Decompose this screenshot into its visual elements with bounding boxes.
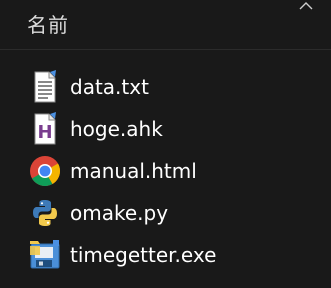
file-row-omake-py[interactable]: omake.py xyxy=(0,192,331,234)
svg-text:H: H xyxy=(37,122,52,143)
file-row-manual-html[interactable]: manual.html xyxy=(0,150,331,192)
file-name: hoge.ahk xyxy=(70,117,163,141)
file-name: data.txt xyxy=(70,75,149,99)
python-file-icon xyxy=(28,196,62,230)
file-row-timegetter-exe[interactable]: timegetter.exe xyxy=(0,234,331,276)
name-column-header[interactable]: 名前 xyxy=(0,0,331,50)
text-file-icon xyxy=(28,70,62,104)
chrome-icon xyxy=(28,154,62,188)
file-explorer-pane: 名前 data.txt H hoge.ahk manual.html omake… xyxy=(0,0,331,288)
executable-file-icon xyxy=(28,238,62,272)
file-name: manual.html xyxy=(70,159,197,183)
name-column-label: 名前 xyxy=(27,13,69,37)
file-list: data.txt H hoge.ahk manual.html omake.py… xyxy=(0,66,331,276)
file-name: timegetter.exe xyxy=(70,243,217,267)
file-name: omake.py xyxy=(70,201,169,225)
autohotkey-file-icon: H xyxy=(28,112,62,146)
chevron-up-icon[interactable] xyxy=(298,0,314,10)
file-row-hoge-ahk[interactable]: H hoge.ahk xyxy=(0,108,331,150)
file-row-data-txt[interactable]: data.txt xyxy=(0,66,331,108)
